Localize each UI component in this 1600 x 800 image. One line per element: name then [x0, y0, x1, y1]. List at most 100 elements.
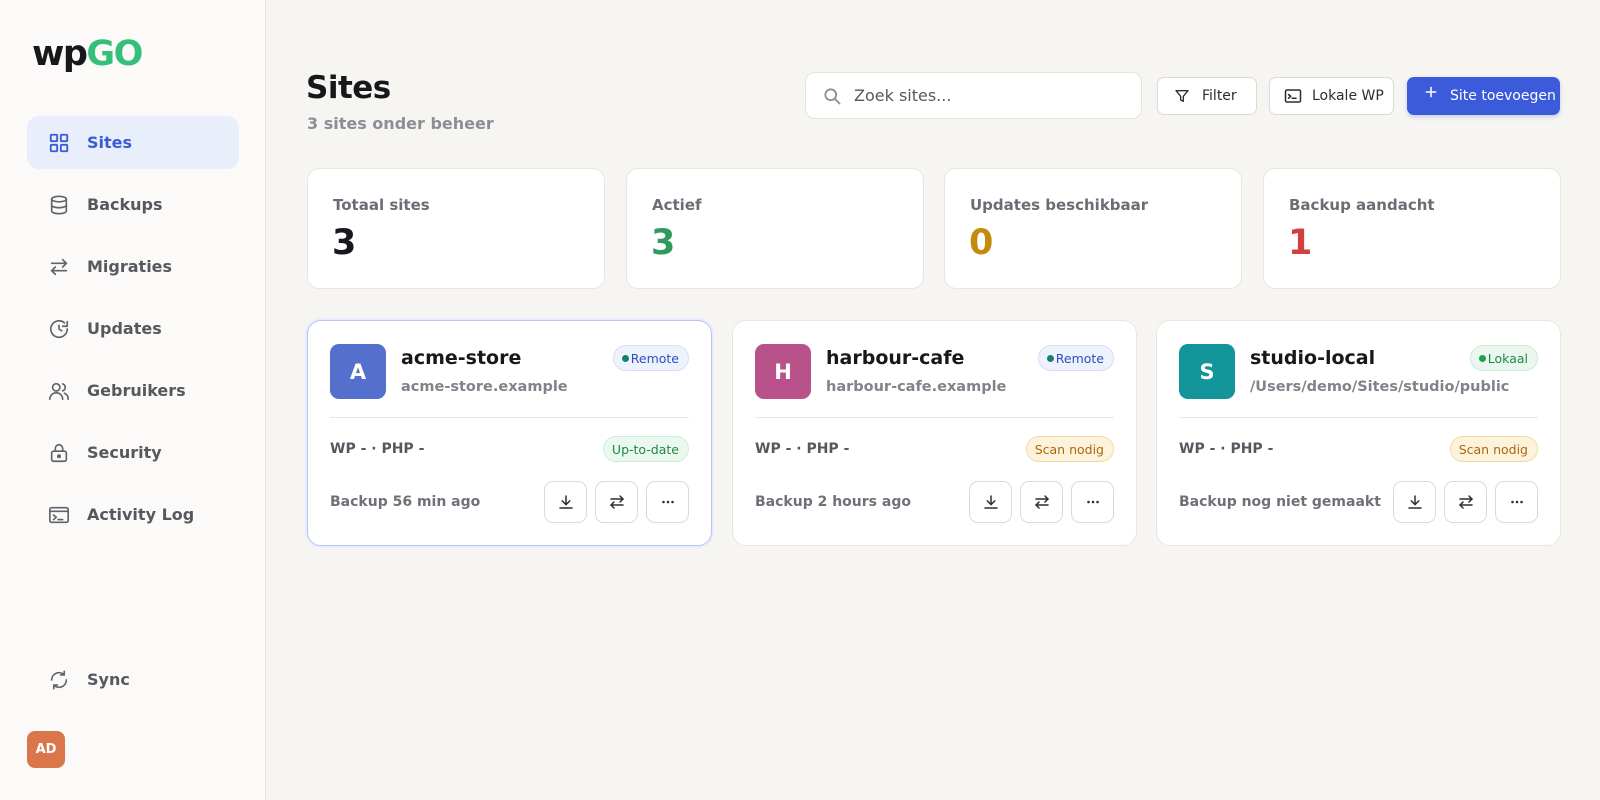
site-actions — [961, 481, 1114, 523]
grid-icon — [48, 132, 70, 154]
status-dot-icon — [621, 354, 629, 362]
backup-download-button[interactable] — [1393, 481, 1436, 523]
stat-card-backup: Backup aandacht 1 — [1263, 168, 1561, 289]
card-divider — [330, 417, 689, 418]
backup-download-button[interactable] — [969, 481, 1012, 523]
site-versions: WP - · PHP - — [1179, 441, 1274, 457]
sidebar-item-updates[interactable]: Updates — [27, 302, 239, 355]
site-versions: WP - · PHP - — [755, 441, 850, 457]
site-url: harbour-cafe.example — [826, 379, 1007, 395]
stat-value: 1 — [1288, 223, 1313, 263]
site-name[interactable]: harbour-cafe — [826, 347, 964, 369]
sidebar-item-label: Security — [87, 443, 162, 462]
site-url: acme-store.example — [401, 379, 568, 395]
migrate-button[interactable] — [1444, 481, 1487, 523]
card-divider — [755, 417, 1114, 418]
wpgo-logo[interactable]: wpGO — [32, 32, 143, 76]
local-wp-label: Lokale WP — [1312, 88, 1384, 104]
lock-icon — [48, 442, 70, 464]
logo-wp: wp — [32, 34, 88, 74]
sidebar-item-label: Activity Log — [87, 505, 195, 524]
migrate-button[interactable] — [1020, 481, 1063, 523]
page-title: Sites — [306, 70, 391, 106]
stat-value: 0 — [969, 223, 994, 263]
page-subtitle: 3 sites onder beheer — [307, 114, 494, 133]
site-name[interactable]: studio-local — [1250, 347, 1375, 369]
sidebar-item-label: Sites — [87, 133, 133, 152]
download-icon — [558, 495, 573, 509]
more-options-button[interactable] — [646, 481, 689, 523]
site-type-badge: Remote — [612, 345, 689, 371]
arrows-swap-icon — [1458, 495, 1473, 509]
download-icon — [983, 495, 998, 509]
plus-icon — [1425, 86, 1437, 98]
sidebar: wpGO Sites Backups Migraties Updates Geb… — [0, 0, 266, 800]
site-avatar: A — [330, 344, 386, 399]
ellipsis-icon — [1510, 500, 1523, 504]
site-type-badge: Lokaal — [1469, 345, 1538, 371]
more-options-button[interactable] — [1071, 481, 1114, 523]
backup-status: Backup nog niet gemaakt — [1179, 494, 1381, 510]
sidebar-item-label: Gebruikers — [87, 381, 186, 400]
add-site-label: Site toevoegen — [1450, 88, 1556, 104]
search-input[interactable] — [854, 86, 1124, 105]
status-dot-icon — [1478, 354, 1486, 362]
filter-icon — [1175, 90, 1189, 102]
terminal-icon — [48, 504, 70, 526]
stat-label: Backup aandacht — [1289, 196, 1435, 214]
status-badge: Up-to-date — [602, 436, 689, 462]
sync-icon — [48, 669, 70, 691]
add-site-button[interactable]: Site toevoegen — [1407, 77, 1560, 115]
sidebar-item-label: Migraties — [87, 257, 173, 276]
stat-value: 3 — [332, 223, 357, 263]
local-wp-button[interactable]: Lokale WP — [1269, 77, 1394, 115]
sync-button[interactable]: Sync — [27, 653, 239, 706]
arrows-swap-icon — [609, 495, 624, 509]
ellipsis-icon — [661, 500, 674, 504]
status-badge: Scan nodig — [1449, 436, 1538, 462]
stat-label: Totaal sites — [333, 196, 430, 214]
backup-status: Backup 56 min ago — [330, 494, 481, 510]
sidebar-item-gebruikers[interactable]: Gebruikers — [27, 364, 239, 417]
arrows-swap-icon — [48, 256, 70, 278]
filter-button[interactable]: Filter — [1157, 77, 1257, 115]
sync-section: Sync — [27, 653, 239, 715]
users-icon — [48, 380, 70, 402]
search-box[interactable] — [805, 72, 1142, 119]
sidebar-item-label: Updates — [87, 319, 162, 338]
site-avatar: S — [1179, 344, 1235, 399]
site-card-studio-local[interactable]: S studio-local /Users/demo/Sites/studio/… — [1156, 320, 1561, 546]
site-type-label: Lokaal — [1487, 350, 1528, 366]
stat-value: 3 — [651, 223, 676, 263]
site-name[interactable]: acme-store — [401, 347, 521, 369]
site-type-label: Remote — [1055, 350, 1104, 366]
site-actions — [1385, 481, 1538, 523]
sidebar-item-backups[interactable]: Backups — [27, 178, 239, 231]
sidebar-item-migraties[interactable]: Migraties — [27, 240, 239, 293]
stat-label: Actief — [652, 196, 702, 214]
migrate-button[interactable] — [595, 481, 638, 523]
logo-go: GO — [86, 34, 143, 74]
status-badge: Scan nodig — [1025, 436, 1114, 462]
backup-status: Backup 2 hours ago — [755, 494, 911, 510]
site-avatar: H — [755, 344, 811, 399]
user-avatar[interactable]: AD — [27, 731, 65, 768]
sidebar-item-sites[interactable]: Sites — [27, 116, 239, 169]
download-icon — [1407, 495, 1422, 509]
site-type-badge: Remote — [1037, 345, 1114, 371]
site-card-harbour-cafe[interactable]: H harbour-cafe harbour-cafe.example Remo… — [732, 320, 1137, 546]
sidebar-nav: Sites Backups Migraties Updates Gebruike… — [27, 116, 239, 550]
stat-card-actief: Actief 3 — [626, 168, 924, 289]
terminal-icon — [1284, 89, 1302, 103]
backup-download-button[interactable] — [544, 481, 587, 523]
sidebar-item-activity-log[interactable]: Activity Log — [27, 488, 239, 541]
site-card-acme-store[interactable]: A acme-store acme-store.example Remote W… — [307, 320, 712, 546]
search-icon — [824, 87, 841, 104]
filter-label: Filter — [1202, 88, 1237, 104]
site-versions: WP - · PHP - — [330, 441, 425, 457]
sidebar-item-security[interactable]: Security — [27, 426, 239, 479]
status-dot-icon — [1046, 354, 1054, 362]
clock-refresh-icon — [48, 318, 70, 340]
card-divider — [1179, 417, 1538, 418]
more-options-button[interactable] — [1495, 481, 1538, 523]
